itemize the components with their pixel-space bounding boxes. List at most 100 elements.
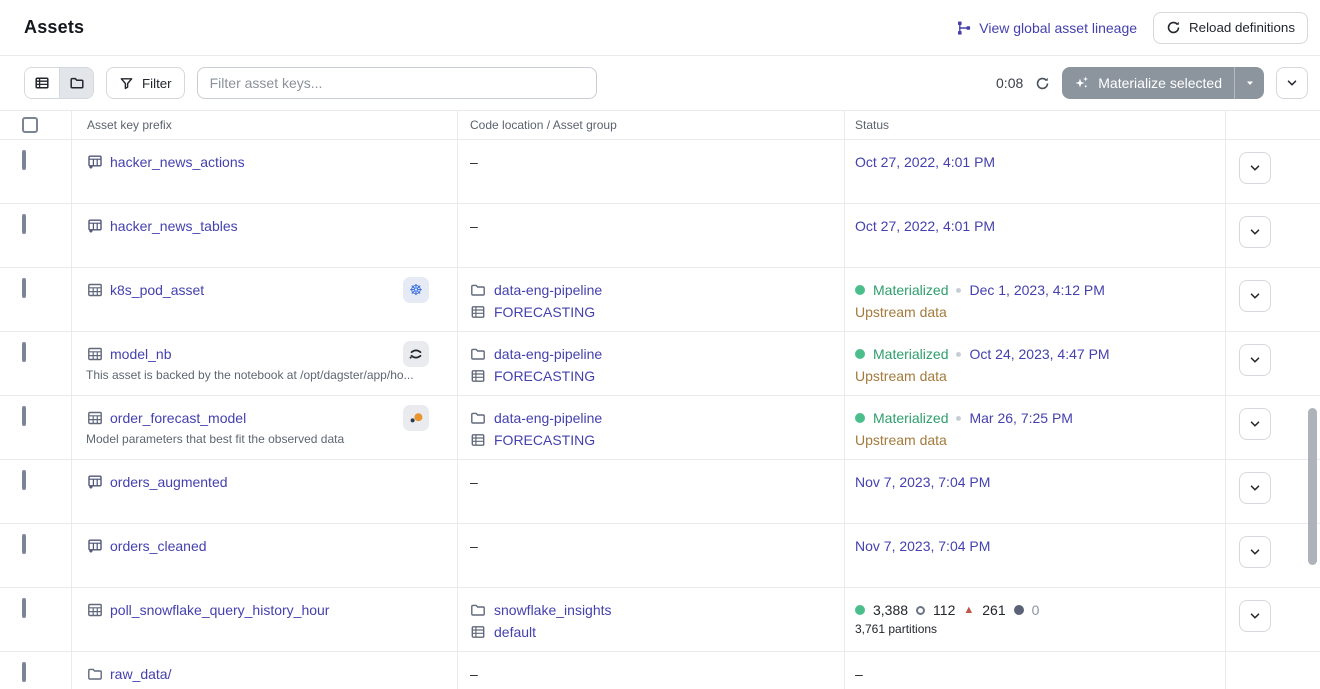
asset-key-cell: poll_snowflake_query_history_hour xyxy=(72,588,458,651)
code-location-cell: data-eng-pipeline FORECASTING xyxy=(458,396,845,459)
failed-count: 261 xyxy=(982,602,1005,618)
refresh-icon[interactable] xyxy=(1035,76,1050,91)
table-plus-icon xyxy=(87,538,103,554)
materialized-dot-icon xyxy=(855,349,865,359)
code-location-link[interactable]: data-eng-pipeline xyxy=(494,346,602,362)
row-menu-button[interactable] xyxy=(1239,536,1271,568)
vertical-scrollbar-thumb[interactable] xyxy=(1308,408,1317,565)
filter-button[interactable]: Filter xyxy=(106,67,185,99)
asset-group-link[interactable]: FORECASTING xyxy=(494,368,595,384)
reload-icon xyxy=(1166,20,1181,35)
row-menu-button[interactable] xyxy=(1239,408,1271,440)
table-icon xyxy=(87,410,103,426)
code-location-cell: data-eng-pipeline FORECASTING xyxy=(458,268,845,331)
compute-kind-badge xyxy=(403,341,429,367)
chevron-down-icon xyxy=(1248,545,1262,559)
row-checkbox-cell xyxy=(0,524,72,587)
row-checkbox-cell xyxy=(0,652,72,689)
row-checkbox[interactable] xyxy=(22,278,26,298)
materialization-timestamp-link[interactable]: Oct 24, 2023, 4:47 PM xyxy=(969,346,1109,362)
status-cell: MaterializedDec 1, 2023, 4:12 PMUpstream… xyxy=(845,268,1226,331)
column-header-status: Status xyxy=(845,111,1226,139)
partitions-count: 3,761 partitions xyxy=(855,622,1225,636)
materialization-timestamp-link[interactable]: Oct 27, 2022, 4:01 PM xyxy=(855,154,995,170)
materialization-timestamp-link[interactable]: Nov 7, 2023, 7:04 PM xyxy=(855,474,990,490)
table-row: poll_snowflake_query_history_hour snowfla… xyxy=(0,588,1320,652)
materialization-timestamp-link[interactable]: Dec 1, 2023, 4:12 PM xyxy=(969,282,1104,298)
asset-group-link[interactable]: FORECASTING xyxy=(494,432,595,448)
compute-kind-badge: ☸ xyxy=(403,277,429,303)
chevron-down-icon xyxy=(1248,353,1262,367)
lineage-icon xyxy=(956,20,972,36)
row-checkbox[interactable] xyxy=(22,406,26,426)
table-row: raw_data/–– xyxy=(0,652,1320,689)
asset-key-link[interactable]: hacker_news_actions xyxy=(110,154,245,170)
observed-circle-icon xyxy=(916,606,925,615)
separator-dot-icon xyxy=(956,416,961,421)
asset-description: This asset is backed by the notebook at … xyxy=(86,368,457,382)
code-location-empty: – xyxy=(470,536,844,556)
asset-key-link[interactable]: poll_snowflake_query_history_hour xyxy=(110,602,329,618)
code-location-link[interactable]: snowflake_insights xyxy=(494,602,612,618)
code-location-link[interactable]: data-eng-pipeline xyxy=(494,282,602,298)
code-location-cell: – xyxy=(458,204,845,267)
select-all-checkbox[interactable] xyxy=(22,117,38,133)
asset-key-link[interactable]: order_forecast_model xyxy=(110,410,246,426)
materialized-count: 3,388 xyxy=(873,602,908,618)
reload-definitions-button[interactable]: Reload definitions xyxy=(1153,12,1308,44)
row-menu-button[interactable] xyxy=(1239,600,1271,632)
row-menu-button[interactable] xyxy=(1239,152,1271,184)
materialization-timestamp-link[interactable]: Oct 27, 2022, 4:01 PM xyxy=(855,218,995,234)
materialization-timestamp-link[interactable]: Mar 26, 7:25 PM xyxy=(969,410,1073,426)
row-checkbox-cell xyxy=(0,332,72,395)
row-menu-button[interactable] xyxy=(1239,472,1271,504)
asset-key-link[interactable]: model_nb xyxy=(110,346,172,362)
asset-key-link[interactable]: raw_data/ xyxy=(110,666,171,682)
table-header-row: Asset key prefix Code location / Asset g… xyxy=(0,110,1320,140)
status-cell: – xyxy=(845,652,1226,689)
asset-key-link[interactable]: orders_cleaned xyxy=(110,538,207,554)
asset-keys-filter-input[interactable] xyxy=(197,67,597,99)
asset-group-icon xyxy=(470,304,486,320)
row-checkbox[interactable] xyxy=(22,214,26,234)
row-checkbox[interactable] xyxy=(22,534,26,554)
row-checkbox[interactable] xyxy=(22,662,26,682)
upstream-data-label: Upstream data xyxy=(855,430,1225,450)
row-checkbox[interactable] xyxy=(22,150,26,170)
view-global-asset-lineage-link[interactable]: View global asset lineage xyxy=(956,20,1137,36)
asset-group-link[interactable]: default xyxy=(494,624,536,640)
row-menu-button[interactable] xyxy=(1239,280,1271,312)
asset-key-link[interactable]: k8s_pod_asset xyxy=(110,282,204,298)
materialization-timestamp-link[interactable]: Nov 7, 2023, 7:04 PM xyxy=(855,538,990,554)
asset-key-link[interactable]: hacker_news_tables xyxy=(110,218,238,234)
row-menu-button[interactable] xyxy=(1239,216,1271,248)
assets-toolbar: Filter 0:08 Materialize selected xyxy=(0,56,1320,110)
chevron-down-icon xyxy=(1248,481,1262,495)
filter-funnel-icon xyxy=(119,76,134,91)
more-actions-button[interactable] xyxy=(1276,67,1308,99)
reload-definitions-label: Reload definitions xyxy=(1189,20,1295,35)
asset-key-link[interactable]: orders_augmented xyxy=(110,474,228,490)
missing-dot-icon xyxy=(1014,605,1024,615)
code-location-link[interactable]: data-eng-pipeline xyxy=(494,410,602,426)
row-checkbox-cell xyxy=(0,460,72,523)
status-cell: 3,388112▲26103,761 partitions xyxy=(845,588,1226,651)
row-menu-button[interactable] xyxy=(1239,344,1271,376)
row-checkbox[interactable] xyxy=(22,470,26,490)
asset-group-icon xyxy=(470,432,486,448)
row-checkbox[interactable] xyxy=(22,598,26,618)
row-checkbox[interactable] xyxy=(22,342,26,362)
materialize-options-button[interactable] xyxy=(1234,67,1264,99)
code-location-cell: – xyxy=(458,140,845,203)
model-icon xyxy=(407,409,425,427)
materialize-selected-button[interactable]: Materialize selected xyxy=(1062,67,1234,99)
materialize-split-button: Materialize selected xyxy=(1062,67,1264,99)
status-cell: MaterializedMar 26, 7:25 PMUpstream data xyxy=(845,396,1226,459)
folder-view-button[interactable] xyxy=(59,68,93,98)
asset-group-link[interactable]: FORECASTING xyxy=(494,304,595,320)
page-header: Assets View global asset lineage Reload xyxy=(0,0,1320,56)
code-location-cell: – xyxy=(458,524,845,587)
filter-button-label: Filter xyxy=(142,76,172,91)
row-menu-cell xyxy=(1226,524,1320,587)
list-view-button[interactable] xyxy=(25,68,59,98)
